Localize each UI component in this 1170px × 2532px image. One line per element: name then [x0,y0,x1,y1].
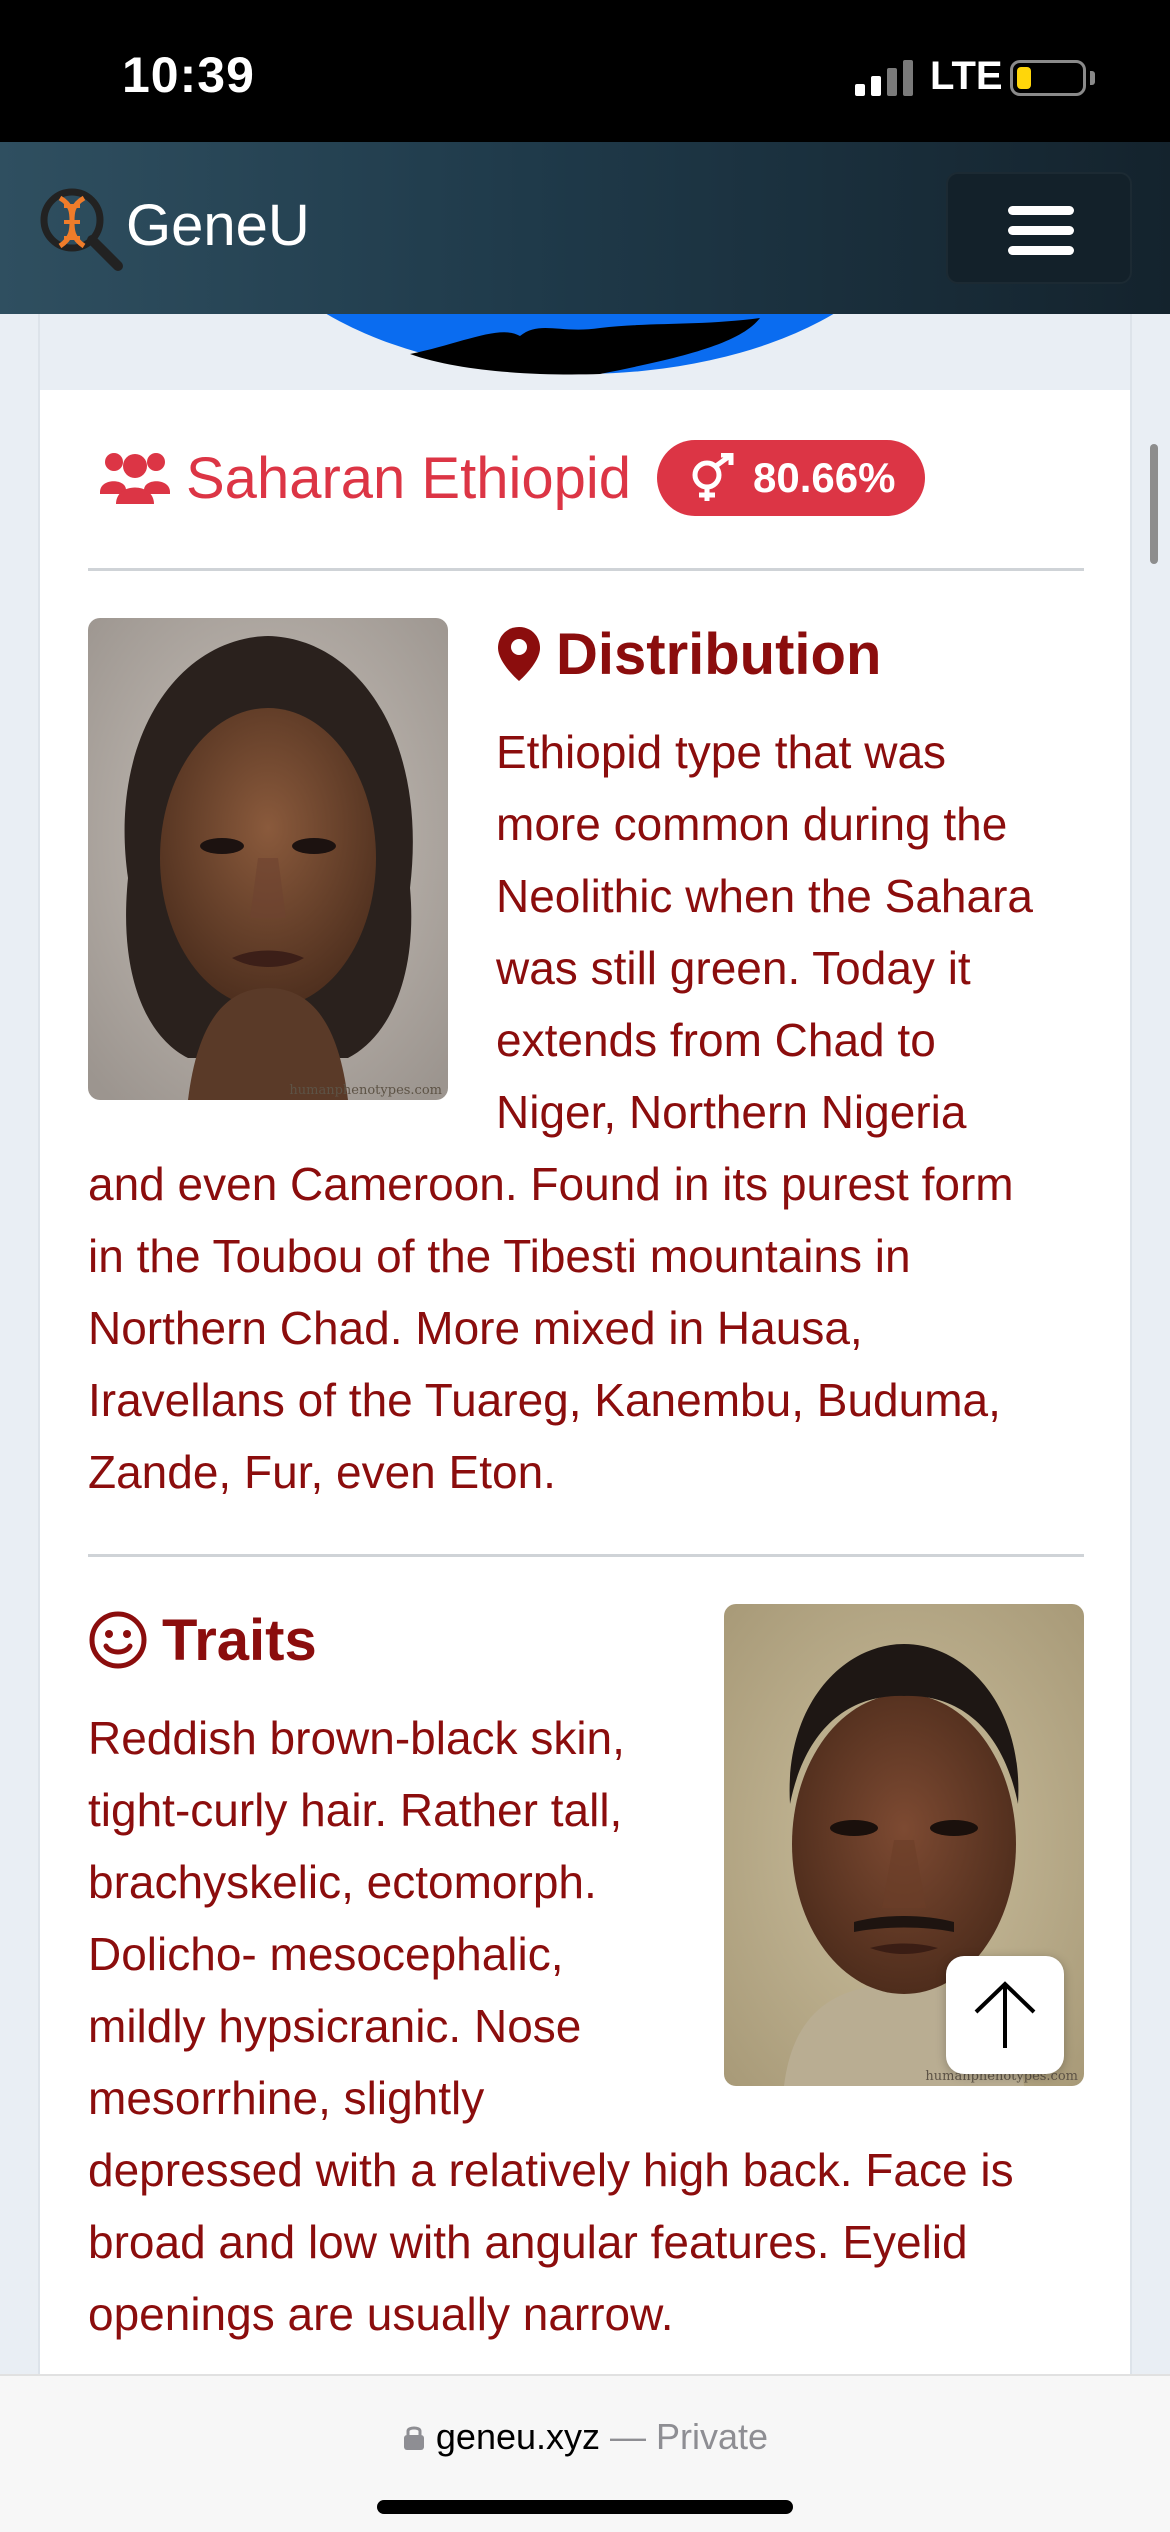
traits-heading-text: Traits [162,1607,317,1673]
network-label: LTE [930,54,1003,98]
scrollbar[interactable] [1150,444,1158,564]
smile-icon [89,1611,147,1669]
image-watermark: humanphenotypes.com [289,1083,442,1098]
dna-magnifier-icon[interactable] [36,184,126,274]
address-bar[interactable]: geneu.xyz — Private [0,2416,1170,2458]
navbar: GeneU [0,142,1170,314]
battery-tip [1090,71,1095,85]
signal-icon [855,58,915,96]
match-percentage: 80.66% [753,454,896,501]
url-domain: geneu.xyz [435,2416,601,2457]
gender-icon [692,453,734,501]
distribution-text-full: and even Cameroon. Found in its purest f… [88,1158,1014,1498]
map-image [40,314,1130,390]
divider [88,1554,1084,1557]
private-label: Private [656,2416,769,2457]
traits-text-left: Reddish brown-black skin, tight-curly hai… [88,1712,625,2124]
phenotype-title: Saharan Ethiopid [186,445,631,511]
users-icon [100,453,170,504]
traits-text-full: depressed with a relatively high back. F… [88,2144,1014,2340]
lock-icon [403,2426,424,2450]
title-row: Saharan Ethiopid 80.66% [98,438,926,518]
brand-name[interactable]: GeneU [126,192,310,259]
home-indicator[interactable] [377,2500,793,2514]
menu-button[interactable] [946,172,1132,284]
status-bar: 10:39 LTE [0,0,1170,142]
distribution-heading: Distribution [496,614,881,694]
arrow-up-icon [974,1981,1036,2048]
traits-heading: Traits [88,1600,317,1680]
map-marker-icon [498,627,540,681]
distribution-text-right: Ethiopid type that was more common during… [496,726,1033,1138]
battery-icon [1010,60,1086,96]
url-separator: — [600,2416,657,2457]
status-time: 10:39 [122,47,255,103]
match-badge: 80.66% [657,440,926,516]
female-face-image: humanphenotypes.com [88,618,448,1100]
browser-bottom-bar: geneu.xyz — Private [0,2374,1170,2532]
distribution-heading-text: Distribution [556,621,882,687]
divider [88,568,1084,571]
scroll-to-top-button[interactable] [946,1956,1064,2074]
